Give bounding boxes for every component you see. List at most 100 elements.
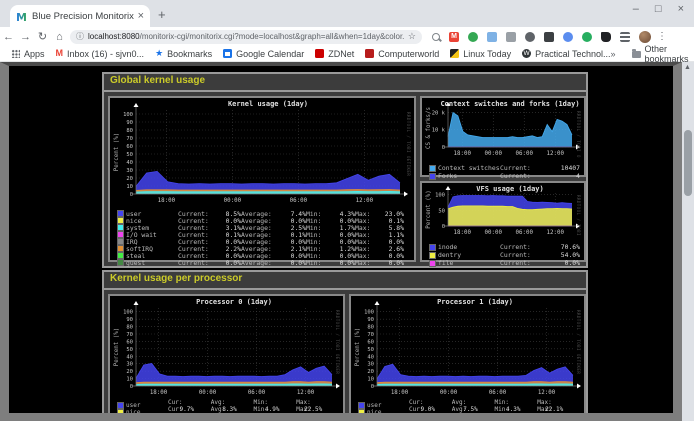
section-title: Kernel usage per processor [104,272,586,290]
kernel-usage-graph[interactable]: 100908070605040302010018:0000:0006:0012:… [108,96,416,262]
scrollbar-thumb[interactable] [684,130,692,196]
legend-swatch-icon [430,261,435,266]
svg-text:RRDTOOL / TOBI OETIKER: RRDTOOL / TOBI OETIKER [406,112,411,176]
vfs-usage-graph[interactable]: 10050018:0000:0006:0012:00VFS usage (1da… [420,181,586,262]
svg-text:70: 70 [367,332,374,338]
extension-icon-5[interactable] [506,32,516,42]
section-title: Global kernel usage [104,74,586,92]
svg-text:100: 100 [123,112,133,118]
scroll-up-icon[interactable]: ▲ [684,64,691,71]
bookmark-apps[interactable]: Apps [11,49,45,59]
legend-row: fileCurrent:0.0% [430,259,580,267]
extension-icon-6[interactable] [525,32,535,42]
svg-text:18:00: 18:00 [454,230,472,236]
browser-toolbar: ← → ↻ ⌂ ⓘ localhost:8080/monitorix-cgi/m… [0,27,694,46]
legend-row: systemCur:3.3%Avg:2.8%Min:1.8%Max:6.4% [118,416,339,421]
svg-text:100: 100 [364,310,374,316]
bookmark-zdnet[interactable]: ZDNet [315,49,354,59]
svg-text:20: 20 [126,369,133,375]
svg-text:Context switches and forks (1: Context switches and forks (1day) [440,100,579,108]
context-switches-graph[interactable]: 20 k10 k018:0000:0006:0012:00Context swi… [420,96,586,177]
svg-text:0: 0 [130,192,133,198]
extension-icon-7[interactable] [544,32,554,42]
legend-row: guestCurrent:0.0%Average:0.0%Min:0.0%Max… [118,259,410,266]
svg-text:10 k: 10 k [432,128,446,134]
bookmark-bookmarks[interactable]: ★Bookmarks [155,49,212,59]
gmail-icon: M [56,49,64,58]
legend-stat: Avg:2.8% [211,413,254,421]
bookmarks-overflow-icon[interactable]: » [611,49,616,59]
globe-extension-icon[interactable] [468,32,478,42]
legend-stat: Avg:2.5% [452,413,495,421]
address-bar[interactable]: ⓘ localhost:8080/monitorix-cgi/monitorix… [70,30,422,44]
legend-row: ForksCurrent:4 [430,172,580,180]
legend-swatch-icon [118,253,123,258]
processor0-graph[interactable]: 100908070605040302010018:0000:0006:0012:… [108,294,345,421]
legend-row: inodeCurrent:70.6% [430,243,580,251]
tab-list-icon[interactable] [620,32,630,42]
bookmark-inbox[interactable]: MInbox (16) - sjvn0... [56,49,145,59]
extension-icon-8[interactable] [563,32,573,42]
new-tab-button[interactable]: + [158,7,166,22]
legend-series-name: system [367,416,409,421]
reload-icon[interactable]: ↻ [34,30,51,43]
folder-icon [632,51,641,58]
legend-stat: Current:4 [500,172,580,180]
legend-series-name: guest [126,259,178,267]
window-minimize-button[interactable]: – [633,3,639,15]
browser-menu-icon[interactable]: ⋮ [657,31,667,42]
bookmark-practical-technology[interactable]: WPractical Technol... [522,49,610,59]
zdnet-icon [315,49,324,58]
svg-text:RRDTOOL / TOBI OETIKER: RRDTOOL / TOBI OETIKER [576,310,581,374]
legend-swatch-icon [430,174,435,179]
extensions-pin-icon[interactable] [601,32,611,42]
page-scrollbar[interactable]: ▲ [682,62,694,421]
forward-icon[interactable]: → [17,31,34,43]
bookmark-computerworld[interactable]: Computerworld [365,49,439,59]
legend-swatch-icon [359,403,364,408]
back-icon[interactable]: ← [0,31,17,43]
svg-text:30: 30 [126,362,133,368]
bookmarks-bar: Apps MInbox (16) - sjvn0... ★Bookmarks G… [0,46,694,62]
url-path: /monitorix-cgi/monitorix.cgi?mode=localh… [140,32,404,41]
legend-stat: Min:0.0% [306,259,355,267]
context-switches-legend: Context switchesCurrent:10407ForksCurren… [422,163,584,180]
home-icon[interactable]: ⌂ [51,31,68,43]
svg-text:Processor 1 (1day): Processor 1 (1day) [437,298,513,306]
window-maximize-button[interactable]: □ [655,3,662,15]
calendar-icon [223,49,232,58]
extension-icon-9[interactable] [582,32,592,42]
copy-extension-icon[interactable] [487,32,497,42]
svg-text:0: 0 [442,145,445,151]
legend-swatch-icon [118,239,123,244]
svg-text:18:00: 18:00 [150,390,168,396]
search-extension-icon[interactable] [432,33,440,41]
bookmark-google-calendar[interactable]: Google Calendar [223,49,304,59]
svg-text:VFS usage (1day): VFS usage (1day) [476,185,543,193]
processor1-graph[interactable]: 100908070605040302010018:0000:0006:0012:… [349,294,586,421]
bookmark-linux-today[interactable]: Linux Today [450,49,511,59]
svg-text:90: 90 [126,317,133,323]
svg-text:60: 60 [126,144,133,150]
svg-text:00:00: 00:00 [485,151,503,157]
tab-monitorix[interactable]: M Blue Precision Monitorix × [10,5,150,27]
browser-window: M Blue Precision Monitorix × + – □ × ← →… [0,0,694,421]
legend-stat: Current:0.0% [500,259,580,267]
legend-stat: Current:10407 [500,164,580,172]
other-bookmarks-button[interactable]: Other bookmarks [632,44,689,64]
tab-close-icon[interactable]: × [138,10,144,22]
svg-text:18:00: 18:00 [454,151,472,157]
gmail-extension-icon[interactable]: M [449,32,459,42]
legend-stat: Max:0.0% [355,259,404,267]
svg-text:CS & forks/s: CS & forks/s [426,107,432,149]
legend-swatch-icon [118,246,123,251]
profile-avatar[interactable] [639,31,651,43]
window-close-button[interactable]: × [678,3,684,15]
svg-text:06:00: 06:00 [290,198,308,204]
legend-stat: Average:0.0% [241,259,306,267]
processor1-legend: userCur:9.0%Avg:7.5%Min:4.3%Max:22.1%nic… [351,401,584,421]
svg-text:12:00: 12:00 [356,198,374,204]
site-info-icon[interactable]: ⓘ [76,31,84,42]
legend-swatch-icon [118,260,123,265]
bookmark-star-icon[interactable]: ☆ [408,31,416,42]
